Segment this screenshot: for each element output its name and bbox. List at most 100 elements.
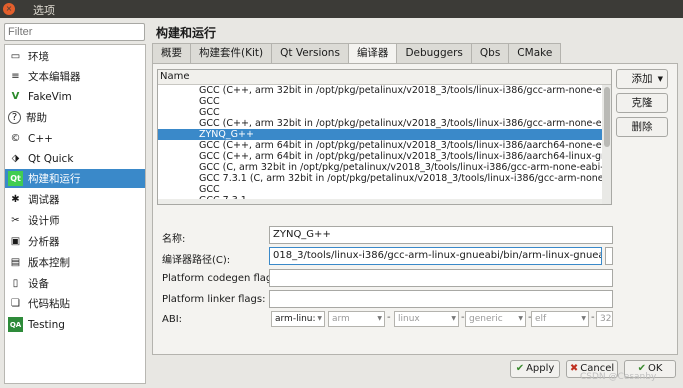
tab-compilers[interactable]: 编译器	[347, 43, 398, 64]
name-field[interactable]: ZYNQ_G++	[269, 226, 613, 244]
scrollbar-thumb[interactable]	[604, 87, 610, 147]
remove-button[interactable]: 删除	[616, 117, 668, 137]
sidebar-item-environment[interactable]: ▭ 环境	[5, 47, 145, 66]
tab-qbs[interactable]: Qbs	[470, 43, 510, 63]
sidebar-item-label: 分析器	[28, 236, 60, 248]
fakevim-icon: V	[11, 91, 20, 102]
page-title: 构建和运行	[156, 26, 217, 40]
tree-row[interactable]: GCC (C++, arm 64bit in /opt/pkg/petalinu…	[158, 151, 602, 162]
abi-label: ABI:	[162, 314, 183, 325]
sidebar-item-label: 调试器	[28, 194, 60, 206]
abi-select-value: arm-linu:	[275, 314, 316, 324]
clone-button[interactable]: 克隆	[616, 93, 668, 113]
apply-button[interactable]: ✔ Apply	[510, 360, 560, 378]
linker-flags-field[interactable]	[269, 290, 613, 308]
tree-row[interactable]: GCC	[158, 184, 602, 195]
compiler-path-field[interactable]: 018_3/tools/linux-i386/gcc-arm-linux-gnu…	[269, 247, 602, 265]
options-dialog: × 选项 ▭ 环境 ≡ 文本编辑器 V FakeVim ? 帮助 © C++ ⬗ Qt Qu…	[0, 0, 683, 388]
sidebar-item-fakevim[interactable]: V FakeVim	[5, 87, 145, 106]
sidebar-item-devices[interactable]: ▯ 设备	[5, 274, 145, 293]
abi-os-value: linux	[398, 314, 420, 324]
tree-row[interactable]: GCC (C++, arm 32bit in /opt/pkg/petalinu…	[158, 118, 602, 129]
sidebar-item-cpp[interactable]: © C++	[5, 129, 145, 148]
sidebar-item-code-paste[interactable]: ❏ 代码粘贴	[5, 294, 145, 313]
chevron-down-icon: ▼	[317, 315, 322, 322]
sidebar-item-label: FakeVim	[28, 90, 72, 103]
tab-overview[interactable]: 概要	[152, 43, 191, 63]
abi-os-select[interactable]: linux ▼	[394, 311, 459, 327]
tree-row[interactable]: GCC (C, arm 32bit in /opt/pkg/petalinux/…	[158, 162, 602, 173]
abi-flavor-select[interactable]: generic ▼	[465, 311, 526, 327]
abi-width-value: 32	[600, 314, 612, 324]
sidebar-item-help[interactable]: ? 帮助	[5, 108, 145, 127]
version-control-icon: ▤	[10, 257, 21, 268]
tree-row[interactable]: GCC (C++, arm 64bit in /opt/pkg/petalinu…	[158, 140, 602, 151]
abi-select[interactable]: arm-linu: ▼	[271, 311, 325, 327]
name-label: 名称:	[162, 234, 186, 245]
close-icon[interactable]: ×	[3, 3, 15, 15]
debugger-icon: ✱	[11, 194, 20, 205]
designer-icon: ✂	[11, 215, 20, 226]
tab-kits[interactable]: 构建套件(Kit)	[190, 43, 273, 63]
compiler-path-label: 编译器路径(C):	[162, 255, 231, 266]
window-title: 选项	[33, 4, 55, 17]
sidebar-item-build-run[interactable]: Qt 构建和运行	[5, 169, 145, 188]
title-bar: × 选项	[0, 0, 683, 18]
codegen-flags-field[interactable]	[269, 269, 613, 287]
sidebar-item-analyzer[interactable]: ▣ 分析器	[5, 232, 145, 251]
filter-input[interactable]	[4, 23, 145, 41]
cancel-icon: ✖	[569, 363, 579, 374]
add-button[interactable]: 添加 ▼	[616, 69, 668, 89]
sidebar-item-testing[interactable]: QA Testing	[5, 315, 145, 334]
sidebar: ▭ 环境 ≡ 文本编辑器 V FakeVim ? 帮助 © C++ ⬗ Qt Quick Q…	[4, 44, 146, 384]
tree-row[interactable]: GCC	[158, 107, 602, 118]
monitor-icon: ▭	[10, 51, 21, 62]
abi-format-value: elf	[535, 314, 547, 324]
abi-separator: -	[387, 312, 391, 323]
analyzer-icon: ▣	[10, 236, 21, 247]
tree-row-selected[interactable]: ZYNQ_G++	[158, 129, 602, 140]
sidebar-item-label: Qt Quick	[28, 152, 74, 165]
abi-format-select[interactable]: elf ▼	[531, 311, 589, 327]
abi-architecture-value: arm	[332, 314, 350, 324]
sidebar-item-label: 代码粘贴	[28, 298, 70, 310]
testing-icon: QA	[8, 317, 23, 332]
apply-label: Apply	[526, 363, 555, 374]
sidebar-item-label: 文本编辑器	[28, 71, 81, 83]
tree-row[interactable]: GCC 7.3.1 (C, arm 32bit in /opt/pkg/peta…	[158, 173, 602, 184]
build-run-icon: Qt	[8, 171, 23, 186]
tab-cmake[interactable]: CMake	[508, 43, 562, 63]
sidebar-item-designer[interactable]: ✂ 设计师	[5, 211, 145, 230]
abi-flavor-value: generic	[469, 314, 503, 324]
sidebar-item-label: 设备	[28, 278, 49, 290]
horizontal-scrollbar[interactable]	[158, 199, 602, 204]
check-icon: ✔	[515, 363, 525, 374]
tab-qt-versions[interactable]: Qt Versions	[271, 43, 349, 63]
abi-separator: -	[591, 312, 595, 323]
code-paste-icon: ❏	[11, 298, 20, 309]
chevron-down-icon: ▼	[657, 75, 663, 83]
sidebar-item-label: 帮助	[26, 112, 47, 124]
sidebar-item-qt-quick[interactable]: ⬗ Qt Quick	[5, 149, 145, 168]
sidebar-item-label: Testing	[28, 318, 65, 331]
codegen-flags-label: Platform codegen flags:	[162, 273, 281, 284]
chevron-down-icon: ▼	[451, 315, 456, 322]
abi-architecture-select[interactable]: arm ▼	[328, 311, 385, 327]
abi-width-select[interactable]: 32	[596, 311, 613, 327]
sidebar-item-version-control[interactable]: ▤ 版本控制	[5, 253, 145, 272]
add-button-label: 添加	[631, 73, 653, 85]
vertical-scrollbar[interactable]	[602, 85, 611, 204]
compiler-tree[interactable]: Name GCC (C++, arm 32bit in /opt/pkg/pet…	[157, 69, 612, 205]
qt-quick-icon: ⬗	[11, 153, 20, 164]
chevron-down-icon: ▼	[518, 315, 523, 322]
tab-bar: 概要 构建套件(Kit) Qt Versions 编译器 Debuggers Q…	[152, 43, 562, 64]
tab-debuggers[interactable]: Debuggers	[396, 43, 472, 63]
sidebar-item-text-editor[interactable]: ≡ 文本编辑器	[5, 67, 145, 86]
cpp-icon: ©	[10, 133, 21, 144]
tree-row[interactable]: GCC	[158, 96, 602, 107]
tree-row[interactable]: GCC (C++, arm 32bit in /opt/pkg/petalinu…	[158, 85, 602, 96]
sidebar-item-label: 环境	[28, 51, 49, 63]
column-header-name[interactable]: Name	[158, 70, 611, 85]
browse-button[interactable]	[605, 247, 613, 265]
sidebar-item-debugger[interactable]: ✱ 调试器	[5, 190, 145, 209]
